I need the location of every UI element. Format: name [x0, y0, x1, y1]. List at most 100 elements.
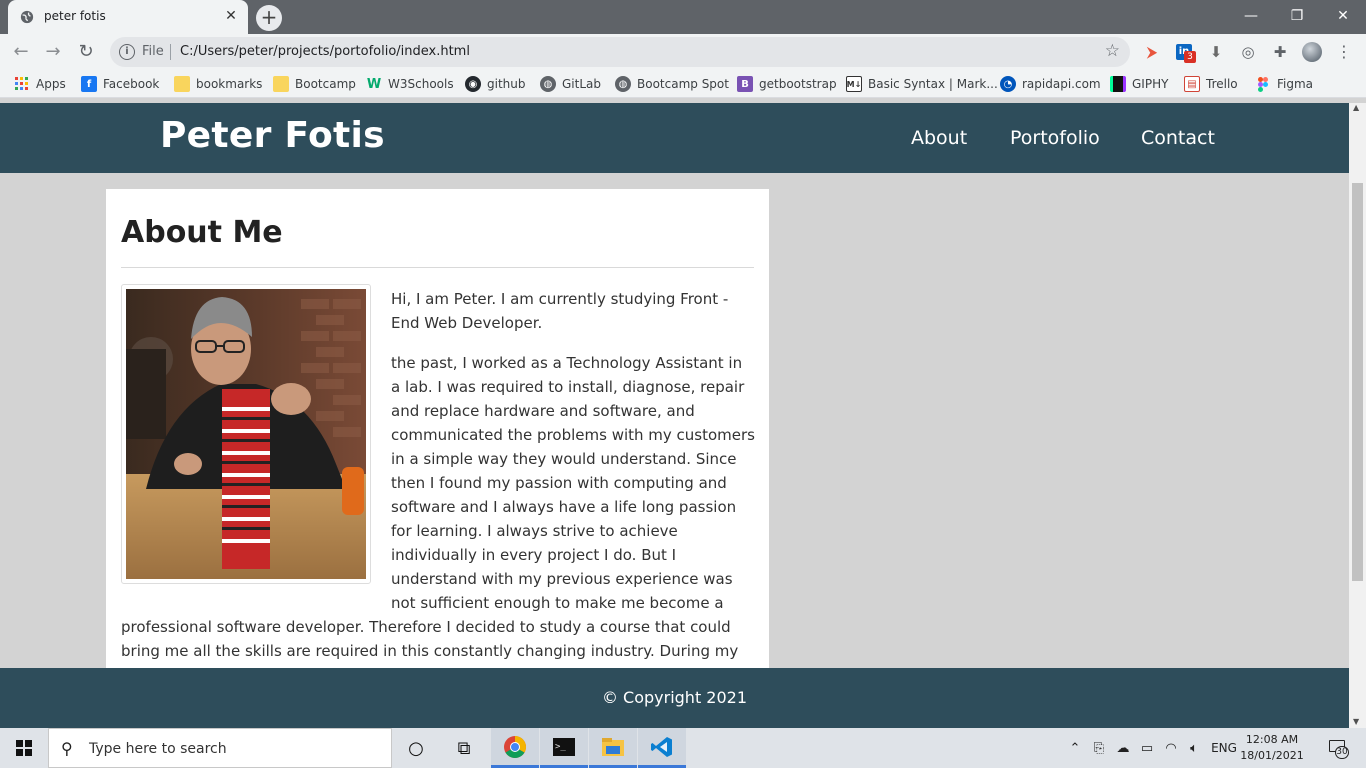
bookmark-giphy[interactable]: GIPHY: [1110, 75, 1168, 93]
bookmark-gitlab[interactable]: ◍ GitLab: [540, 75, 601, 93]
language-indicator[interactable]: ENG: [1208, 728, 1240, 768]
bookmark-markdown[interactable]: M↓ Basic Syntax | Mark...: [846, 75, 998, 93]
forward-arrow-icon[interactable]: →: [41, 40, 65, 64]
bookmark-label: W3Schools: [388, 77, 454, 91]
cast-extension-icon[interactable]: ⮞: [1142, 42, 1162, 62]
scheme-label: File: [142, 44, 164, 59]
globe-icon: ◍: [540, 76, 556, 92]
taskbar-clock[interactable]: 12:08 AM 18/01/2021: [1240, 732, 1304, 764]
clock-date: 18/01/2021: [1240, 749, 1304, 762]
figma-icon: [1255, 76, 1271, 92]
cortana-icon[interactable]: ○: [392, 728, 440, 768]
bookmark-label: Trello: [1206, 77, 1238, 91]
globe-icon: [20, 10, 34, 24]
windows-logo-icon: [16, 740, 32, 756]
file-explorer-taskbar-icon[interactable]: [589, 728, 637, 768]
media-extension-icon[interactable]: ◎: [1238, 42, 1258, 62]
wifi-icon[interactable]: ◠: [1161, 728, 1181, 768]
bookmark-label: Figma: [1277, 77, 1314, 91]
bookmark-trello[interactable]: ▤ Trello: [1184, 75, 1238, 93]
puzzle-extensions-icon[interactable]: ✚: [1270, 42, 1290, 62]
new-tab-button[interactable]: +: [256, 5, 282, 31]
folder-icon: [273, 76, 289, 92]
restore-button[interactable]: ❐: [1274, 0, 1320, 34]
bookmark-label: Basic Syntax | Mark...: [868, 77, 998, 91]
onedrive-cloud-icon[interactable]: ☁: [1113, 728, 1133, 768]
close-tab-icon[interactable]: ✕: [222, 7, 240, 25]
bookmark-label: Apps: [36, 77, 66, 91]
heading-divider: [121, 267, 754, 268]
scroll-down-arrow-icon[interactable]: ▼: [1353, 717, 1359, 726]
search-icon: ⚲: [61, 739, 73, 758]
markdown-icon: M↓: [846, 76, 862, 92]
facebook-icon: f: [81, 76, 97, 92]
start-button[interactable]: [0, 728, 48, 768]
giphy-icon: [1110, 76, 1126, 92]
action-center-icon[interactable]: 30: [1318, 728, 1358, 768]
battery-icon[interactable]: ▭: [1137, 728, 1157, 768]
bookmark-w3schools[interactable]: W W3Schools: [366, 75, 454, 93]
address-bar[interactable]: i File C:/Users/peter/projects/portofoli…: [110, 37, 1130, 67]
github-icon: ◉: [465, 76, 481, 92]
bookmark-apps[interactable]: Apps: [14, 75, 66, 93]
nav-link-portofolio[interactable]: Portofolio: [1010, 127, 1100, 149]
scroll-up-arrow-icon[interactable]: ▲: [1353, 103, 1359, 112]
page-viewport: Peter Fotis About Portofolio Contact Abo…: [0, 103, 1349, 728]
page-scrollbar[interactable]: ▲ ▼: [1349, 103, 1366, 728]
bookmark-bootcamp-spot[interactable]: ◍ Bootcamp Spot: [615, 75, 729, 93]
bookmark-figma[interactable]: Figma: [1255, 75, 1313, 93]
bookmark-github[interactable]: ◉ github: [465, 75, 525, 93]
w3schools-icon: W: [366, 76, 382, 92]
folder-icon: [174, 76, 190, 92]
url-text[interactable]: C:/Users/peter/projects/portofolio/index…: [180, 44, 470, 59]
task-view-icon[interactable]: ⧉: [440, 728, 488, 768]
trello-icon: ▤: [1184, 76, 1200, 92]
profile-avatar[interactable]: [1302, 42, 1322, 62]
rapidapi-icon: ◔: [1000, 76, 1016, 92]
terminal-taskbar-icon[interactable]: >_: [540, 728, 588, 768]
extension-badge: 3: [1184, 51, 1196, 63]
omnibox-divider: [170, 44, 171, 60]
search-placeholder[interactable]: Type here to search: [89, 741, 227, 757]
bookmark-getbootstrap[interactable]: B getbootstrap: [737, 75, 837, 93]
windows-taskbar: ⚲ Type here to search ○ ⧉ >_ ⌃ ⎘ ☁ ▭ ◠ 🔈…: [0, 728, 1366, 768]
reload-icon[interactable]: ↻: [74, 40, 98, 64]
volume-icon[interactable]: 🔈︎: [1184, 728, 1204, 768]
close-window-button[interactable]: ✕: [1320, 0, 1366, 34]
apps-grid-icon: [14, 76, 30, 92]
about-text: Hi, I am Peter. I am currently studying …: [121, 287, 755, 703]
tray-overflow-chevron-icon[interactable]: ⌃: [1066, 728, 1084, 768]
bookmark-folder-bookmarks[interactable]: bookmarks: [174, 75, 262, 93]
minimize-button[interactable]: —: [1228, 0, 1274, 34]
scrollbar-thumb[interactable]: [1352, 183, 1363, 581]
browser-titlebar: peter fotis ✕ + — ❐ ✕: [0, 0, 1366, 34]
nav-link-about[interactable]: About: [911, 127, 967, 149]
bookmark-label: Bootcamp Spot: [637, 77, 729, 91]
linkedin-extension-icon[interactable]: in 3: [1174, 42, 1196, 63]
bookmark-facebook[interactable]: f Facebook: [81, 75, 159, 93]
tab-title: peter fotis: [44, 9, 106, 23]
site-footer: © Copyright 2021: [0, 668, 1349, 728]
vscode-taskbar-icon[interactable]: [638, 728, 686, 768]
browser-toolbar: ← → ↻ i File C:/Users/peter/projects/por…: [0, 34, 1366, 70]
bookmarks-bar: Apps f Facebook bookmarks Bootcamp W W3S…: [0, 70, 1366, 98]
about-heading: About Me: [121, 215, 283, 250]
bookmark-star-icon[interactable]: ☆: [1105, 41, 1120, 61]
browser-tab[interactable]: peter fotis ✕: [8, 0, 248, 34]
back-arrow-icon[interactable]: ←: [9, 40, 33, 64]
bookmark-label: GIPHY: [1132, 77, 1169, 91]
bookmark-label: bookmarks: [196, 77, 263, 91]
bookmark-folder-bootcamp[interactable]: Bootcamp: [273, 75, 356, 93]
info-icon[interactable]: i: [119, 44, 135, 60]
copyright-text: © Copyright 2021: [601, 688, 748, 707]
nav-link-contact[interactable]: Contact: [1141, 127, 1215, 149]
meet-now-icon[interactable]: ⎘: [1089, 728, 1109, 768]
chrome-taskbar-icon[interactable]: [491, 728, 539, 768]
download-extension-icon[interactable]: ⬇: [1206, 42, 1226, 62]
taskbar-search-box[interactable]: ⚲ Type here to search: [48, 728, 392, 768]
bookmark-label: github: [487, 77, 526, 91]
site-logo[interactable]: Peter Fotis: [160, 115, 385, 156]
menu-kebab-icon[interactable]: ⋮: [1334, 42, 1354, 62]
bookmark-label: rapidapi.com: [1022, 77, 1101, 91]
bookmark-rapidapi[interactable]: ◔ rapidapi.com: [1000, 75, 1101, 93]
